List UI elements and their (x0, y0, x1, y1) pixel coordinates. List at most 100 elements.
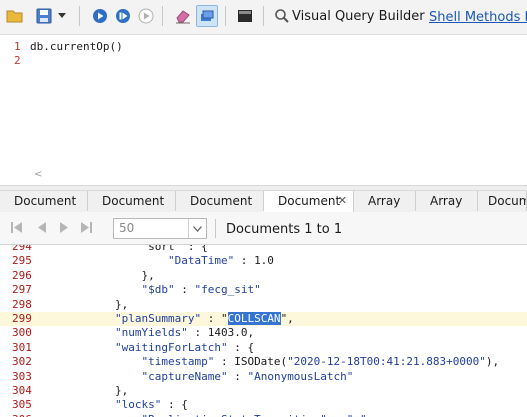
json-token: , (247, 326, 255, 340)
query-editor[interactable]: 1 db.currentOp() 2 (0, 35, 527, 185)
json-token: : " (201, 312, 228, 325)
toolbar-divider (79, 6, 80, 26)
step-icon[interactable] (135, 5, 157, 27)
tab-label: Document (190, 194, 253, 208)
toolbar-divider (225, 6, 226, 26)
result-line[interactable]: 298 }, (0, 298, 527, 312)
run-statement-icon[interactable] (112, 5, 134, 27)
json-token: }, (62, 268, 155, 282)
line-number: 1 (14, 40, 21, 53)
json-code: }, (62, 384, 128, 398)
json-token: }, (62, 384, 129, 397)
previous-page-icon[interactable] (36, 221, 48, 234)
json-token: "AnonymousLatch" (247, 369, 354, 383)
next-page-icon[interactable] (58, 221, 70, 234)
line-number: 298 (12, 297, 32, 311)
line-number: 303 (12, 369, 32, 383)
selected-text: COLLSCAN (227, 312, 281, 325)
json-token: "numYields" (62, 326, 188, 340)
result-line[interactable]: 300 "numYields" : 1403.0, (0, 326, 527, 340)
first-page-icon[interactable] (11, 221, 23, 234)
result-line[interactable]: 295 "DataTime" : 1.0 (0, 254, 527, 268)
documents-count-label: Documents 1 to 1 (226, 222, 343, 237)
eraser-icon[interactable] (172, 5, 194, 27)
json-token: "2020-12-18T00:41:21.883+0000" (287, 355, 486, 369)
tab-array-1[interactable]: Array (354, 191, 416, 211)
tab-document-5[interactable]: Docum (478, 191, 527, 211)
json-code: "locks" : { (62, 398, 188, 412)
json-code: }, (62, 268, 155, 283)
json-token: "planSummary" (62, 312, 202, 325)
scroll-left-arrow[interactable]: < (34, 169, 42, 180)
json-token: : (227, 369, 248, 383)
result-line[interactable]: 294 "sort" : { (0, 245, 527, 254)
json-token: 1403.0 (207, 326, 248, 340)
result-line[interactable]: 297 "$db" : "fecg_sit" (0, 283, 527, 297)
layers-icon[interactable] (196, 5, 218, 27)
line-number: 299 (12, 312, 32, 325)
tab-document-1[interactable]: Document (0, 191, 88, 211)
line-number: 297 (12, 283, 32, 297)
open-file-icon[interactable] (4, 5, 26, 27)
json-token: ), (485, 355, 500, 369)
json-code: "DataTime" : 1.0 (62, 254, 274, 268)
line-number: 2 (14, 54, 21, 67)
line-number: 306 (12, 413, 32, 417)
result-json-view[interactable]: 294 "sort" : {295 "DataTime" : 1.0 296 },… (0, 245, 527, 417)
json-token: }, (62, 297, 129, 311)
json-token: "DataTime" (62, 254, 235, 268)
editor-line[interactable]: db.currentOp() (30, 40, 123, 53)
json-token: : { (227, 340, 255, 354)
run-icon[interactable] (89, 5, 111, 27)
line-number: 295 (12, 254, 32, 268)
shell-icon[interactable] (234, 5, 256, 27)
tab-array-2[interactable]: Array (416, 191, 478, 211)
json-token: "$db" (62, 283, 175, 297)
tab-label: Array (368, 194, 401, 208)
query-builder-button[interactable]: Visual Query Builder (292, 9, 425, 24)
result-line[interactable]: 303 "captureName" : "AnonymousLatch" (0, 370, 527, 384)
highlighted-result-line[interactable]: 299 "planSummary" : "COLLSCAN", (0, 312, 527, 326)
json-token: "ReplicationStateTransition" : "w", (62, 413, 373, 417)
json-token: "captureName" (62, 369, 228, 383)
tab-document-4[interactable]: Document ✕ (264, 191, 354, 212)
page-size-select[interactable]: 50 (113, 218, 207, 239)
close-tab-icon[interactable]: ✕ (338, 191, 347, 211)
save-dropdown-icon[interactable] (55, 5, 69, 27)
query-builder-icon[interactable] (271, 5, 293, 27)
last-page-icon[interactable] (80, 221, 92, 234)
page-size-value: 50 (119, 221, 135, 235)
tab-document-2[interactable]: Document (88, 191, 176, 211)
toolbar-divider (263, 6, 264, 26)
result-line[interactable]: 296 }, (0, 269, 527, 283)
tab-label: Document (14, 194, 77, 208)
line-number: 300 (12, 326, 32, 340)
navbar-divider (215, 219, 216, 238)
result-line[interactable]: 306 "ReplicationStateTransition" : "w", (0, 413, 527, 417)
shell-methods-link[interactable]: Shell Methods Re (429, 10, 527, 25)
tab-label: Document (278, 194, 341, 208)
line-number: 301 (12, 340, 32, 354)
json-code: "timestamp" : ISODate("2020-12-18T00:41:… (62, 355, 499, 369)
pagination-bar: 50 Documents 1 to 1 (0, 212, 527, 245)
json-token: 1.0 (254, 254, 274, 268)
json-token: : ISODate( (214, 355, 288, 369)
save-icon[interactable] (33, 5, 55, 27)
result-line[interactable]: 304 }, (0, 384, 527, 398)
tab-document-3[interactable]: Document (176, 191, 264, 211)
result-line[interactable]: 301 "waitingForLatch" : { (0, 341, 527, 355)
result-line[interactable]: 302 "timestamp" : ISODate("2020-12-18T00… (0, 355, 527, 369)
result-line[interactable]: 305 "locks" : { (0, 398, 527, 412)
tab-label: Docum (488, 194, 527, 208)
json-code: "planSummary" : "COLLSCAN", (62, 312, 294, 326)
line-number: 294 (12, 245, 32, 253)
json-token: ", (280, 312, 294, 325)
tab-label: Document (102, 194, 165, 208)
json-token: : { (161, 398, 188, 412)
json-token: "locks" (62, 398, 162, 412)
json-token: "sort" : { (62, 245, 208, 253)
result-tabs: Document Document Document Document ✕ Arr… (0, 191, 527, 213)
chevron-down-icon[interactable] (188, 219, 206, 238)
json-code: "waitingForLatch" : { (62, 341, 254, 355)
json-token: "fecg_sit" (194, 283, 261, 297)
